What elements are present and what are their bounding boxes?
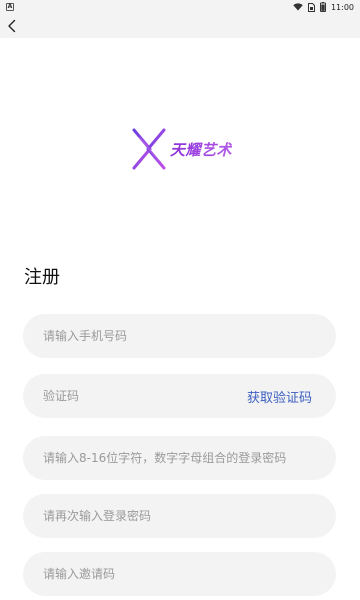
app-logo: 天耀艺术 <box>130 128 240 170</box>
app-notification-icon: A <box>6 3 14 11</box>
status-right: 11:00 <box>293 2 354 12</box>
wifi-icon <box>293 3 303 11</box>
phone-field[interactable] <box>23 314 336 358</box>
verification-code-input[interactable] <box>43 374 247 418</box>
top-bar <box>0 14 360 38</box>
password-field[interactable] <box>23 436 336 480</box>
logo-text: 天耀艺术 <box>170 140 233 159</box>
verification-code-field[interactable]: 获取验证码 <box>23 374 336 418</box>
status-left: A <box>6 3 14 11</box>
confirm-password-input[interactable] <box>43 494 316 538</box>
battery-icon <box>319 2 326 12</box>
status-bar: A 11:00 <box>0 0 360 14</box>
password-input[interactable] <box>43 436 316 480</box>
get-code-button[interactable]: 获取验证码 <box>247 387 312 406</box>
page-title: 注册 <box>24 267 60 288</box>
chevron-left-icon <box>8 19 16 33</box>
invite-code-field[interactable] <box>23 552 336 596</box>
back-button[interactable] <box>3 17 21 35</box>
status-time: 11:00 <box>330 2 354 12</box>
invite-code-input[interactable] <box>43 552 316 596</box>
confirm-password-field[interactable] <box>23 494 336 538</box>
logo-mark-icon <box>132 128 166 170</box>
sim-icon <box>307 2 315 12</box>
phone-input[interactable] <box>43 314 316 358</box>
